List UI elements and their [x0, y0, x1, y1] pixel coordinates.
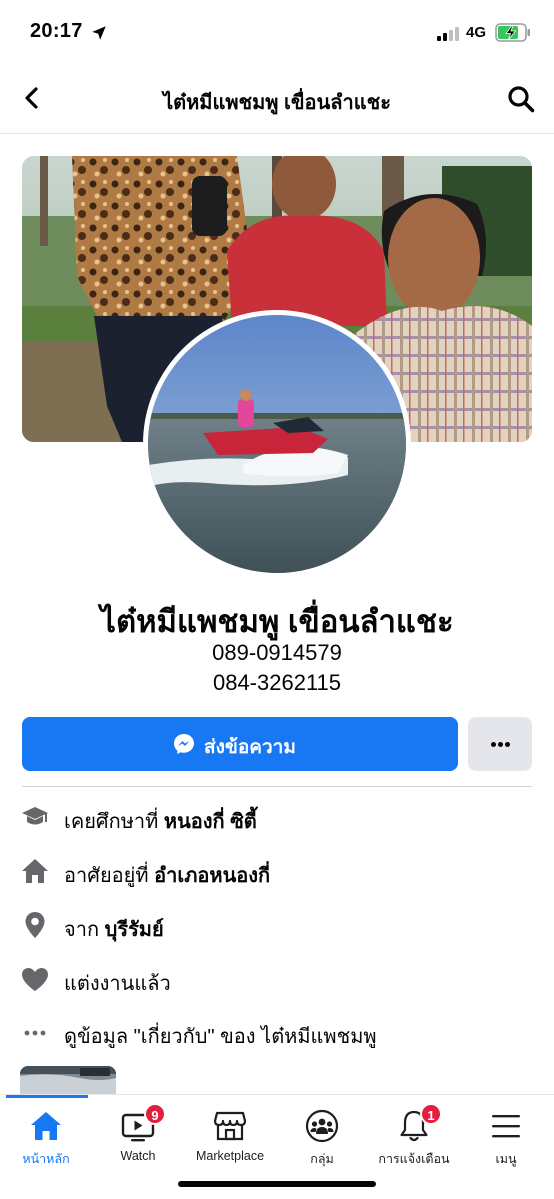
detail-see-about[interactable]: ดูข้อมูล "เกี่ยวกับ" ของ ไต๋หมีแพชมพู: [20, 1015, 540, 1049]
detail-from-value: บุรีรัมย์: [104, 919, 164, 941]
send-message-label: ส่งข้อความ: [204, 737, 296, 758]
messenger-icon: [174, 734, 194, 754]
detail-education[interactable]: เคยศึกษาที่ หนองกี่ ซิตี้: [20, 800, 540, 834]
tab-watch[interactable]: 9 Watch: [92, 1103, 184, 1165]
send-message-button[interactable]: ส่งข้อความ: [22, 717, 458, 771]
location-pin-icon: [25, 912, 45, 938]
heart-icon: [22, 968, 48, 991]
home-icon: [31, 1112, 61, 1140]
tab-home-label: หน้าหลัก: [22, 1152, 70, 1166]
tab-notifications[interactable]: 1 การแจ้งเตือน: [368, 1103, 460, 1166]
battery-charging-icon: [495, 23, 530, 42]
profile-photo-image: [148, 315, 406, 573]
detail-relationship[interactable]: แต่งงานแล้ว: [20, 962, 540, 996]
photo-thumbnail-image: [20, 1066, 116, 1096]
page-header: ไต๋หมีแพชมพู เขื่อนลำแชะ: [0, 62, 554, 134]
detail-education-prefix: เคยศึกษาที่: [64, 811, 164, 833]
phone-number-1: 089-0914579: [212, 640, 342, 665]
menu-icon: [492, 1115, 520, 1138]
more-dots-icon: [491, 742, 496, 747]
tab-marketplace-label: Marketplace: [195, 1149, 265, 1163]
more-options-button[interactable]: [468, 717, 532, 771]
tab-menu[interactable]: เมนู: [460, 1105, 552, 1166]
location-arrow-icon: [92, 26, 106, 40]
detail-lives-in-prefix: อาศัยอยู่ที่: [64, 865, 155, 887]
notifications-badge: 1: [420, 1103, 442, 1125]
tab-watch-label: Watch: [120, 1149, 156, 1163]
tab-menu-label: เมนู: [495, 1152, 517, 1166]
active-tab-indicator: [6, 1095, 88, 1098]
detail-see-about-label: ดูข้อมูล "เกี่ยวกับ" ของ ไต๋หมีแพชมพู: [64, 1026, 377, 1048]
back-chevron-icon[interactable]: [18, 84, 46, 112]
tab-home[interactable]: หน้าหลัก: [0, 1105, 92, 1166]
groups-icon: [305, 1109, 339, 1143]
profile-name: ไต๋หมีแพชมพู เขื่อนลำแชะ: [100, 604, 454, 639]
home-indicator: [178, 1181, 376, 1187]
detail-from[interactable]: จาก บุรีรัมย์: [20, 908, 540, 942]
tab-marketplace[interactable]: Marketplace: [184, 1105, 276, 1165]
divider: [22, 786, 532, 787]
marketplace-icon: [213, 1111, 247, 1141]
graduation-cap-icon: [22, 807, 48, 825]
phone-number-2: 084-3262115: [212, 670, 342, 695]
network-type: 4G: [466, 24, 487, 41]
detail-from-prefix: จาก: [64, 919, 105, 941]
tab-notifications-label: การแจ้งเตือน: [378, 1152, 450, 1166]
profile-avatar[interactable]: [143, 310, 411, 578]
photo-thumbnail[interactable]: [20, 1066, 116, 1096]
home-icon: [22, 859, 48, 883]
page-title: ไต๋หมีแพชมพู เขื่อนลำแชะ: [163, 92, 391, 114]
search-icon[interactable]: [506, 84, 536, 114]
more-dots-icon: [24, 1030, 46, 1036]
cellular-signal-icon: [437, 27, 461, 41]
status-time: 20:17: [30, 20, 83, 42]
tab-groups[interactable]: กลุ่ม: [276, 1105, 368, 1166]
detail-education-value: หนองกี่ ซิตี้: [163, 811, 257, 833]
detail-lives-in-value: อำเภอหนองกี่: [154, 865, 271, 887]
status-bar: 20:17 4G: [0, 0, 554, 62]
tab-groups-label: กลุ่ม: [310, 1152, 334, 1166]
watch-badge: 9: [144, 1103, 166, 1125]
detail-lives-in[interactable]: อาศัยอยู่ที่ อำเภอหนองกี่: [20, 854, 540, 888]
detail-relationship-value: แต่งงานแล้ว: [64, 973, 171, 995]
